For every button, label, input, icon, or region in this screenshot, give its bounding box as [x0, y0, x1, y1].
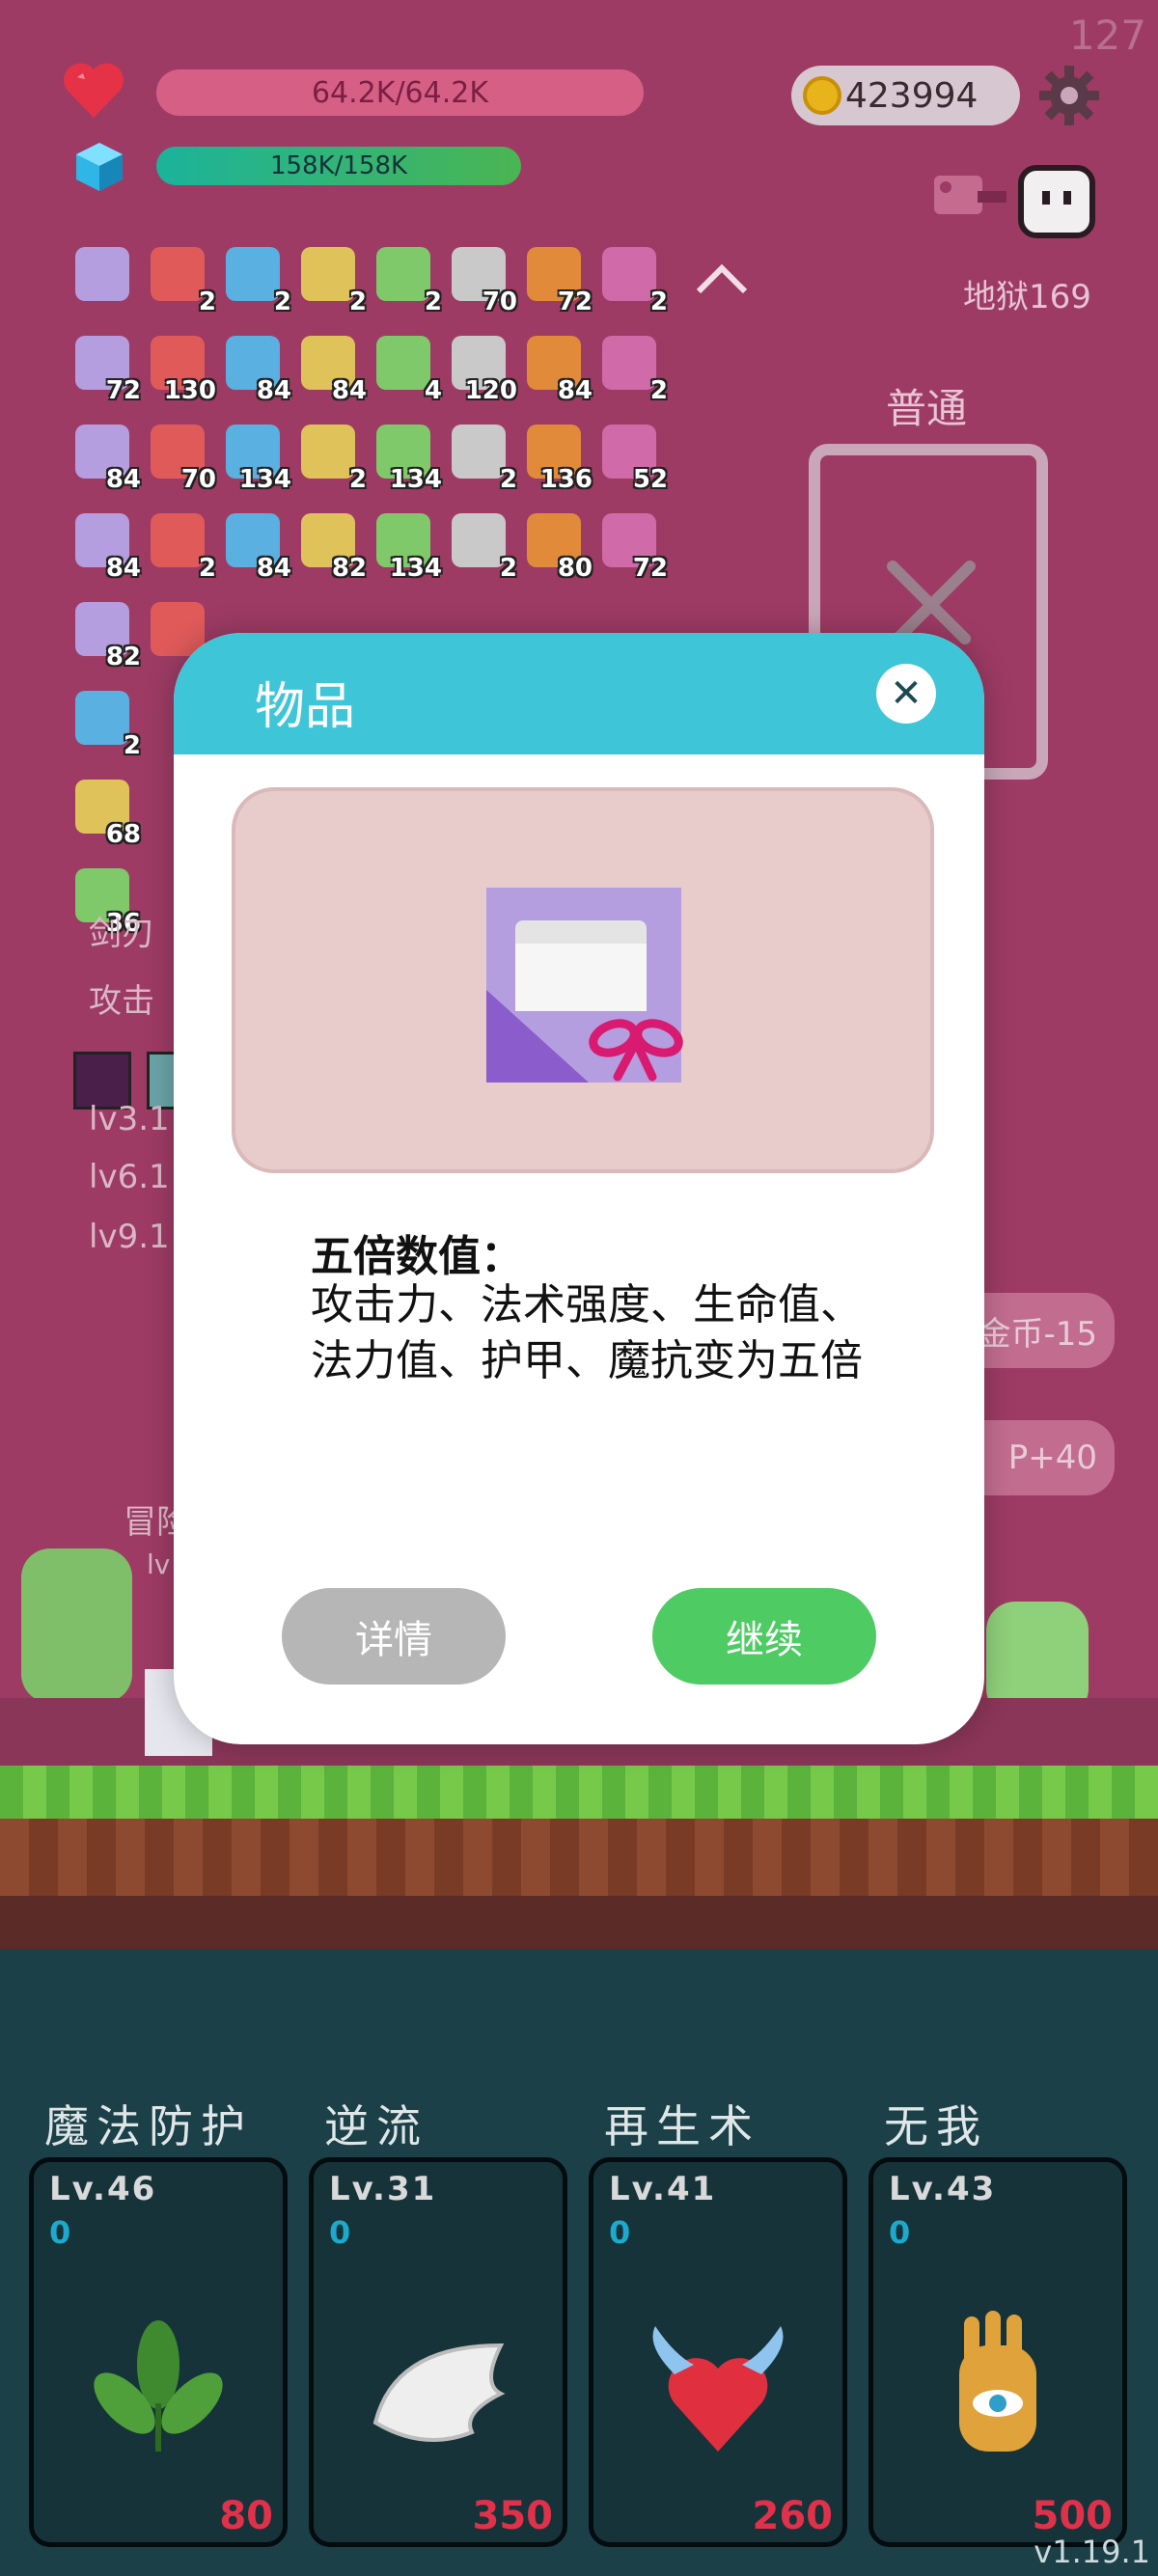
scroll-ribbon-icon	[486, 888, 683, 1082]
desc-title: 五倍数值：	[311, 1232, 523, 1281]
detail-button[interactable]: 详情	[282, 1588, 506, 1685]
modal-title: 物品	[255, 678, 356, 736]
game-screen: { "fps": "127", "player": {"hp": "64.2K/…	[0, 0, 1158, 2576]
continue-button[interactable]: 继续	[652, 1588, 876, 1685]
item-preview	[232, 787, 934, 1173]
desc-body: 攻击力、法术强度、生命值、法力值、护甲、魔抗变为五倍	[311, 1280, 863, 1385]
item-modal: 物品 ✕ 五倍数值： 攻击力、法术强度、生命值、法力值、护甲、魔抗变为五倍 详情…	[174, 633, 984, 1744]
modal-header: 物品 ✕	[174, 633, 984, 754]
close-icon[interactable]: ✕	[876, 664, 936, 724]
